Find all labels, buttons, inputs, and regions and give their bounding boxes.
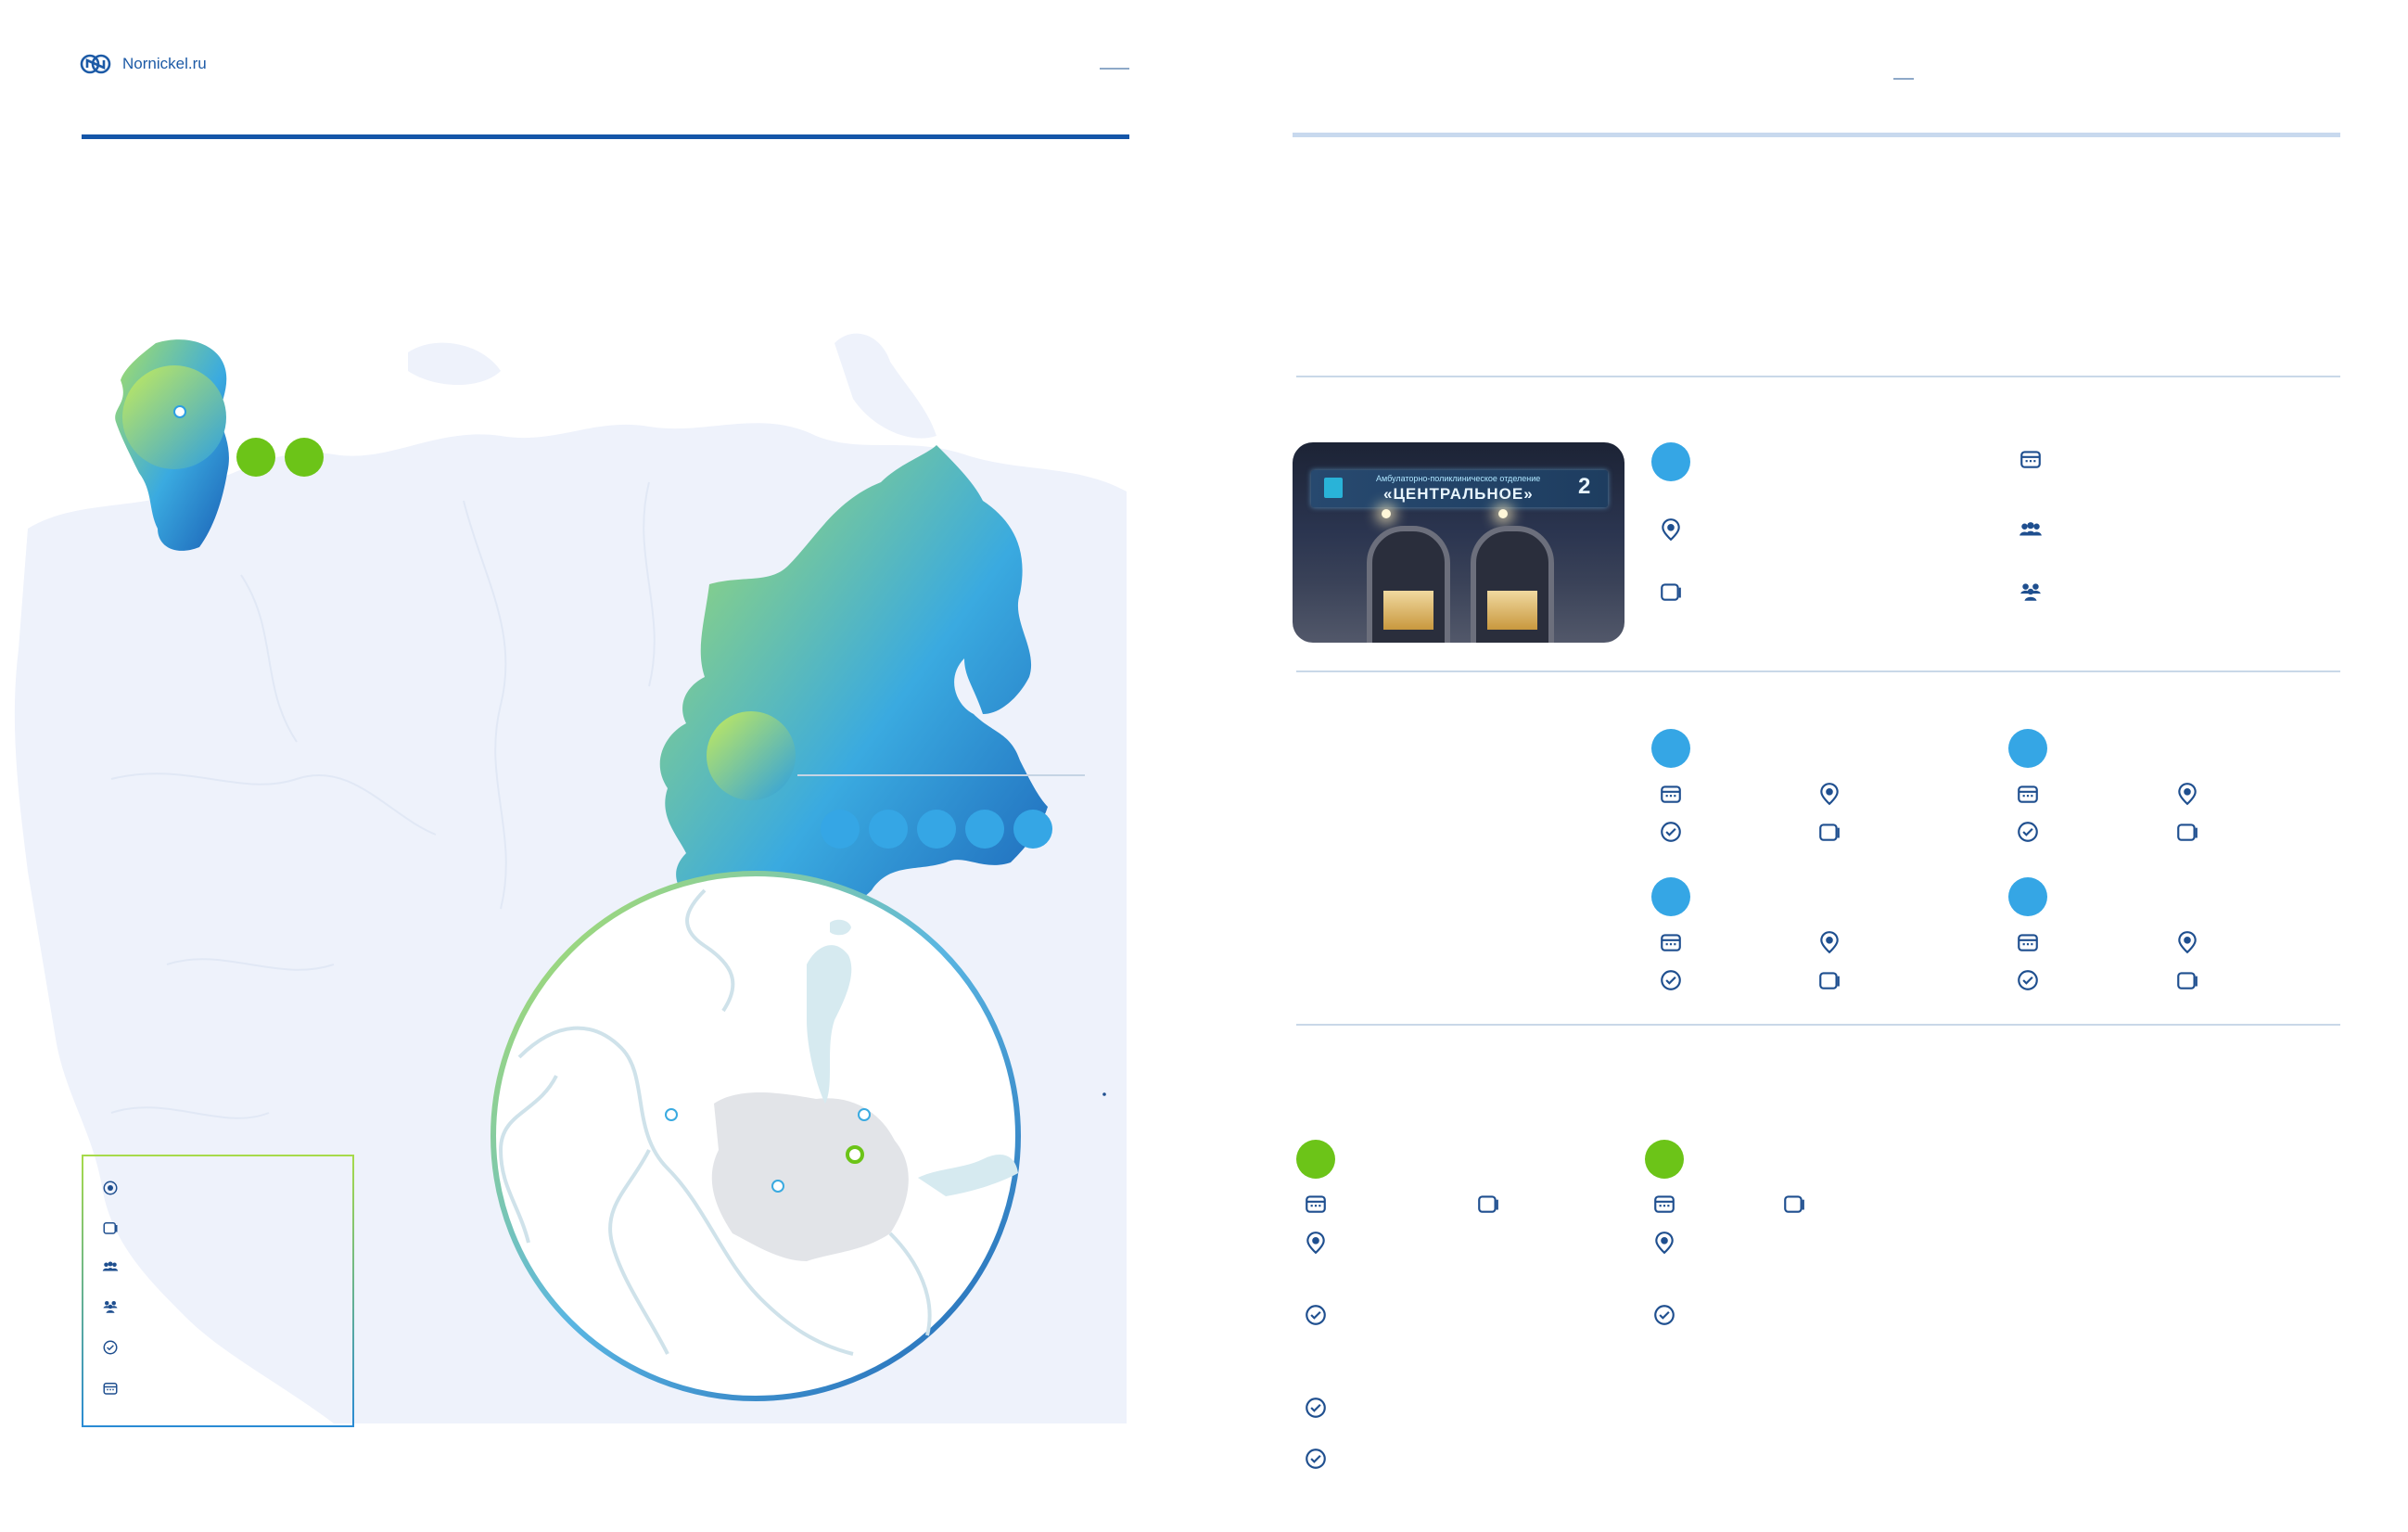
clinic-photo: Амбулаторно-поликлиническое отделение «Ц…	[1293, 442, 1624, 643]
building-icon	[1782, 1192, 1806, 1216]
map-pin-icon	[1304, 1231, 1328, 1255]
map-pin-icon	[2175, 930, 2199, 954]
separator-1	[1296, 376, 2340, 377]
map-pin-icon	[1817, 782, 1841, 806]
right-header-rule	[1293, 133, 2340, 137]
krasnoyarsk-badge-5	[1013, 810, 1052, 849]
kola-badge-2	[285, 438, 324, 477]
map-pin-icon	[1659, 517, 1683, 542]
separator-2	[1296, 670, 2340, 672]
kola-badge-1	[236, 438, 275, 477]
check-circle-icon	[102, 1339, 119, 1356]
people-large-icon	[2019, 580, 2043, 604]
people-icon	[2019, 517, 2043, 542]
calendar-icon	[102, 1380, 119, 1397]
header-logo[interactable]: Nornickel.ru	[80, 54, 207, 74]
krasnoyarsk-badge-3	[917, 810, 956, 849]
check-circle-icon	[1659, 968, 1683, 992]
people-icon	[102, 1258, 119, 1275]
clinic-sign: Амбулаторно-поликлиническое отделение «Ц…	[1311, 470, 1608, 507]
map-pin-icon	[102, 1180, 119, 1196]
calendar-icon	[1304, 1192, 1328, 1216]
left-header-rule	[82, 134, 1129, 139]
building-icon	[1476, 1192, 1500, 1216]
check-circle-icon	[1659, 820, 1683, 844]
krasnoyarsk-badge-1	[821, 810, 860, 849]
site-link[interactable]: Nornickel.ru	[122, 55, 207, 73]
people-large-icon	[102, 1298, 119, 1315]
page-dash-left	[1100, 68, 1129, 70]
calendar-icon	[2019, 447, 2043, 471]
check-circle-icon	[1304, 1447, 1328, 1471]
check-circle-icon	[1652, 1303, 1676, 1327]
map-legend	[82, 1155, 354, 1427]
building-icon	[1817, 968, 1841, 992]
check-circle-icon	[1304, 1303, 1328, 1327]
section1-badge	[1651, 442, 1690, 481]
map-pin-icon	[2175, 782, 2199, 806]
check-circle-icon	[1304, 1396, 1328, 1420]
krasnoyarsk-sphere	[707, 711, 796, 800]
calendar-icon	[2016, 930, 2040, 954]
nornickel-logo-icon	[80, 54, 111, 74]
separator-3	[1296, 1024, 2340, 1026]
building-icon	[2175, 820, 2199, 844]
check-circle-icon	[2016, 968, 2040, 992]
building-icon	[102, 1219, 119, 1236]
check-circle-icon	[2016, 820, 2040, 844]
building-icon	[1817, 820, 1841, 844]
building-icon	[1659, 580, 1683, 604]
calendar-icon	[1659, 930, 1683, 954]
map-pin-icon	[1652, 1231, 1676, 1255]
calendar-icon	[1652, 1192, 1676, 1216]
page-dash-right	[1893, 78, 1914, 80]
krasnoyarsk-badge-2	[869, 810, 908, 849]
building-icon	[2175, 968, 2199, 992]
krasnoyarsk-badge-4	[965, 810, 1004, 849]
calendar-icon	[1659, 782, 1683, 806]
map-pin-icon	[1817, 930, 1841, 954]
calendar-icon	[2016, 782, 2040, 806]
